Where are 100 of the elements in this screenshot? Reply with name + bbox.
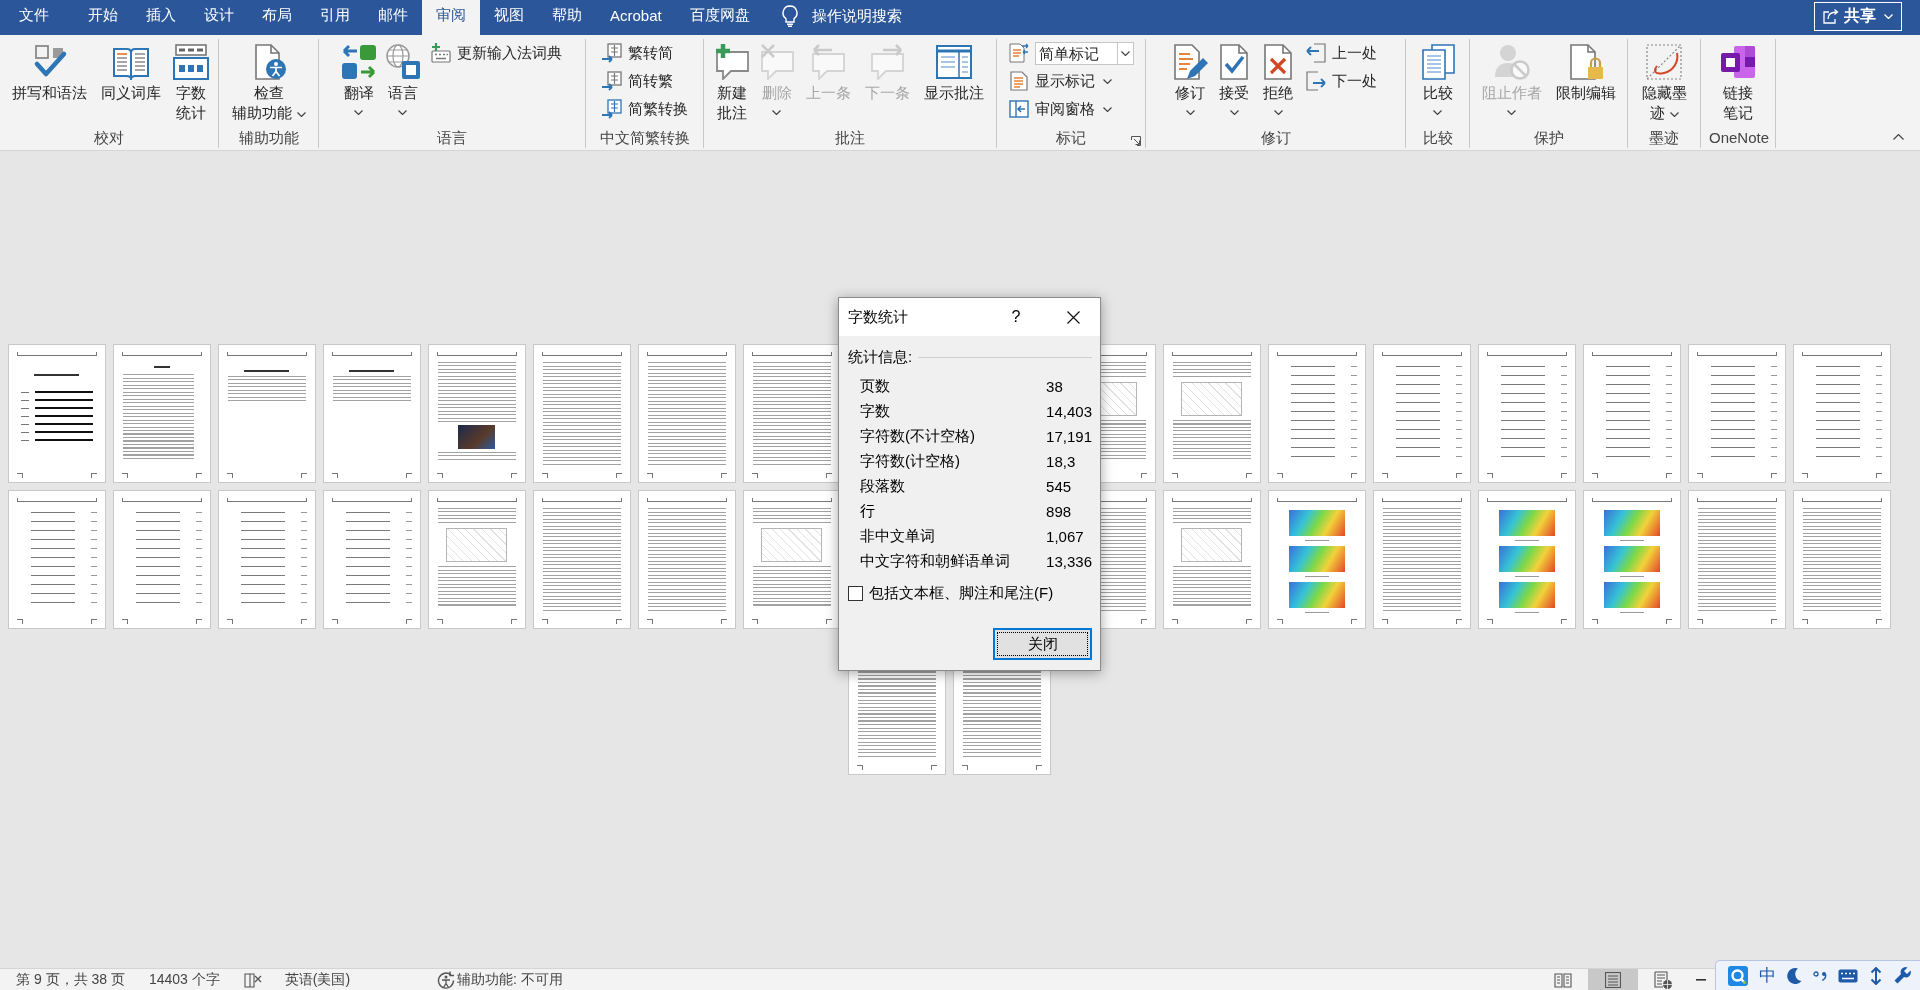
group-label: 辅助功能 bbox=[237, 128, 300, 148]
group-label: 墨迹 bbox=[1648, 128, 1680, 148]
minus-icon bbox=[1696, 978, 1706, 981]
stat-value: 38 bbox=[1046, 378, 1064, 395]
ribbon-button[interactable]: 下一处 bbox=[1302, 68, 1381, 94]
stat-label: 字符数(不计空格) bbox=[860, 427, 976, 446]
keyboard-plus-icon bbox=[430, 43, 451, 63]
caret-icon bbox=[1229, 110, 1239, 115]
stat-label: 字数 bbox=[860, 402, 891, 421]
ribbon-button[interactable]: 同义词库 bbox=[96, 39, 166, 103]
ribbon-button[interactable]: 隐藏墨迹 bbox=[1636, 39, 1692, 123]
checkbox[interactable] bbox=[848, 585, 863, 601]
ribbon-button[interactable]: 修订 bbox=[1170, 39, 1210, 115]
close-dialog-button[interactable]: 关闭 bbox=[993, 628, 1092, 660]
ribbon-button[interactable]: 更新输入法词典 bbox=[426, 40, 566, 66]
ribbon-button[interactable]: 比较 bbox=[1417, 39, 1458, 115]
ribbon-button[interactable]: 链接笔记 bbox=[1717, 39, 1759, 123]
square-arrow-icon bbox=[601, 99, 622, 119]
keyboard-icon[interactable] bbox=[1838, 968, 1858, 983]
share-button[interactable]: 共享 bbox=[1814, 2, 1902, 31]
book-x-icon[interactable] bbox=[243, 971, 262, 988]
wrench-icon[interactable] bbox=[1894, 967, 1911, 984]
stat-value: 13,336 bbox=[1046, 553, 1092, 570]
ribbon-button[interactable]: 接受 bbox=[1214, 39, 1254, 115]
moon-icon[interactable] bbox=[1787, 967, 1802, 984]
ribbon-button[interactable]: 繁转简 bbox=[597, 40, 692, 66]
person-blocked-icon bbox=[1493, 44, 1530, 80]
group-label: 校对 bbox=[93, 128, 125, 148]
accessibility-icon bbox=[437, 970, 456, 989]
ribbon-tab[interactable]: 邮件 bbox=[364, 0, 422, 35]
ribbon-button[interactable]: 语言 bbox=[382, 39, 423, 115]
checkbox-label[interactable]: 包括文本框、脚注和尾注(F) bbox=[869, 583, 1054, 603]
square-arrow-icon bbox=[601, 43, 622, 63]
ribbon-button[interactable]: 审阅窗格 bbox=[1004, 96, 1138, 122]
input-mode-toggle[interactable]: 中 bbox=[1759, 965, 1776, 986]
caret-icon bbox=[1273, 110, 1283, 115]
lightbulb-icon[interactable] bbox=[781, 4, 798, 27]
caret-icon bbox=[1185, 110, 1195, 115]
comment-right-arrow-icon bbox=[869, 44, 905, 80]
ruled-box-icon bbox=[172, 44, 209, 80]
ribbon-tab[interactable]: 审阅 bbox=[422, 0, 480, 35]
help-button[interactable]: ? bbox=[993, 298, 1039, 336]
ribbon-tab[interactable]: 插入 bbox=[132, 0, 190, 35]
ribbon-tab[interactable]: 开始 bbox=[74, 0, 132, 35]
document-lock-icon bbox=[1567, 44, 1604, 80]
magnifier-tile-icon[interactable] bbox=[1728, 965, 1748, 986]
caret-up-icon[interactable] bbox=[1893, 134, 1904, 140]
caret-icon bbox=[354, 110, 363, 115]
ribbon-button[interactable]: 拼写和语法 bbox=[7, 39, 92, 103]
punctuation-icon[interactable] bbox=[1813, 970, 1827, 981]
stat-value: 17,191 bbox=[1046, 428, 1092, 445]
ribbon-button[interactable]: 新建批注 bbox=[711, 39, 753, 123]
ribbon-button[interactable]: 上一处 bbox=[1302, 40, 1381, 66]
accessibility-indicator[interactable]: 辅助功能: 不可用 bbox=[437, 970, 563, 989]
view-button[interactable] bbox=[1588, 969, 1638, 990]
group-label: 中文简繁转换 bbox=[598, 128, 691, 148]
ribbon-button[interactable]: 显示批注 bbox=[918, 39, 989, 103]
comment-left-arrow-icon bbox=[810, 44, 846, 80]
ribbon-button[interactable]: 简繁转换 bbox=[597, 96, 692, 122]
document-lines-icon bbox=[1008, 71, 1029, 91]
word-count-indicator[interactable]: 14403 个字 bbox=[148, 970, 220, 989]
document-pen-icon bbox=[1172, 44, 1208, 80]
page-indicator[interactable]: 第 9 页，共 38 页 bbox=[16, 970, 125, 989]
ribbon-tab[interactable]: Acrobat bbox=[596, 0, 676, 35]
ribbon-button[interactable]: 翻译 bbox=[338, 39, 379, 115]
swap-arrows-icon bbox=[340, 44, 377, 80]
up-down-arrows-icon[interactable] bbox=[1869, 966, 1883, 985]
stat-value: 898 bbox=[1046, 503, 1073, 520]
square-arrow-icon bbox=[601, 71, 622, 91]
ribbon-tab[interactable]: 设计 bbox=[190, 0, 248, 35]
document-arrows-icon bbox=[1008, 43, 1029, 63]
ribbon-button[interactable]: 限制编辑 bbox=[1550, 39, 1621, 103]
stat-label: 字符数(计空格) bbox=[860, 452, 961, 471]
ribbon-tab[interactable]: 视图 bbox=[480, 0, 538, 35]
caret-icon bbox=[1120, 50, 1130, 56]
markup-dropdown[interactable]: 简单标记 bbox=[1034, 41, 1134, 65]
language-indicator[interactable]: 英语(美国) bbox=[284, 970, 351, 989]
section-label: 统计信息: bbox=[848, 347, 913, 367]
ribbon-tab[interactable]: 引用 bbox=[306, 0, 364, 35]
ribbon-tab[interactable]: 文件 bbox=[5, 0, 74, 35]
caret-icon bbox=[398, 110, 407, 115]
ribbon-button[interactable]: 简转繁 bbox=[597, 68, 692, 94]
group-label: 批注 bbox=[834, 128, 866, 148]
ribbon-button[interactable]: 显示标记 bbox=[1004, 68, 1138, 94]
comment-plus-icon bbox=[714, 44, 750, 80]
ribbon-button[interactable]: 检查辅助功能 bbox=[225, 39, 312, 123]
group-label: OneNote bbox=[1708, 128, 1771, 148]
search-field[interactable]: 操作说明搜索 bbox=[811, 7, 912, 24]
ribbon-tab[interactable]: 百度网盘 bbox=[675, 0, 764, 35]
share-icon bbox=[1823, 9, 1839, 24]
ribbon-tab[interactable]: 帮助 bbox=[538, 0, 596, 35]
ribbon-button[interactable]: 字数统计 bbox=[170, 39, 211, 123]
ribbon-tab[interactable]: 布局 bbox=[248, 0, 306, 35]
dialog-launcher-icon[interactable] bbox=[1131, 136, 1141, 146]
stat-value: 18,3 bbox=[1046, 453, 1077, 470]
group-label: 标记 bbox=[1055, 128, 1087, 148]
caret-icon bbox=[1507, 110, 1516, 115]
open-book-icon bbox=[1554, 971, 1572, 988]
ribbon-button[interactable]: 拒绝 bbox=[1258, 39, 1298, 115]
stat-label: 非中文单词 bbox=[860, 527, 936, 546]
